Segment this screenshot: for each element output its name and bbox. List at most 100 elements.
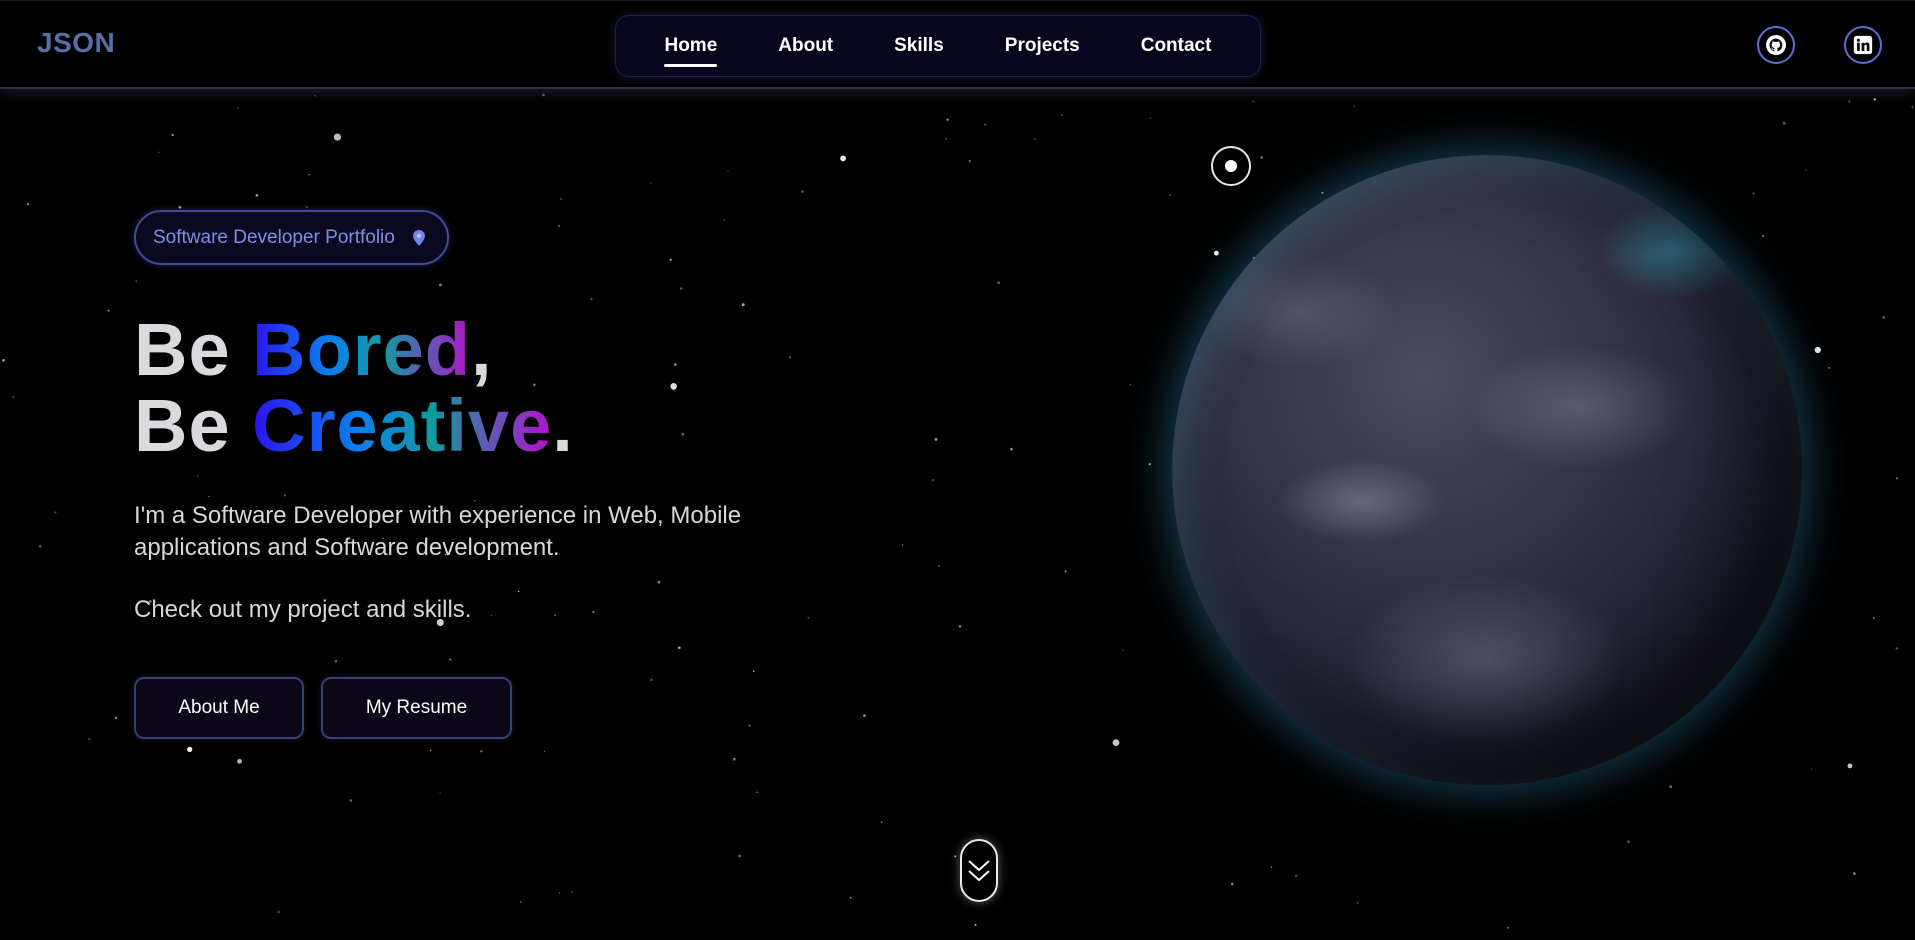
star xyxy=(1847,763,1853,769)
star xyxy=(178,206,182,209)
nav-item-skills[interactable]: Skills xyxy=(894,35,944,57)
headline-line2-prefix: Be xyxy=(134,384,253,467)
star xyxy=(88,738,90,740)
star xyxy=(1148,463,1151,466)
star xyxy=(305,206,308,209)
star xyxy=(38,544,42,548)
star xyxy=(1260,156,1263,159)
nav-item-about[interactable]: About xyxy=(778,35,833,57)
star xyxy=(542,93,545,97)
star xyxy=(2,359,5,362)
star xyxy=(974,923,977,926)
star xyxy=(650,182,652,184)
star xyxy=(349,799,352,802)
star xyxy=(480,750,483,753)
star xyxy=(840,155,846,162)
star xyxy=(592,610,595,614)
star xyxy=(669,258,672,261)
star xyxy=(954,855,957,858)
star xyxy=(678,646,681,650)
star xyxy=(1882,316,1885,319)
star xyxy=(135,280,138,283)
nav-item-projects[interactable]: Projects xyxy=(1005,35,1080,57)
star xyxy=(997,281,1000,285)
star xyxy=(1356,901,1359,904)
star xyxy=(558,892,561,894)
star xyxy=(849,896,852,899)
star xyxy=(1061,114,1063,117)
star xyxy=(1129,384,1132,386)
star xyxy=(1294,874,1298,877)
star xyxy=(308,173,311,176)
site-header: JSON Home About Skills Projects Contact xyxy=(0,0,1915,89)
brand-logo[interactable]: JSON xyxy=(37,27,115,59)
star xyxy=(741,303,745,307)
star xyxy=(756,791,759,794)
star xyxy=(681,432,685,436)
star xyxy=(1782,121,1786,125)
star xyxy=(490,614,493,617)
star xyxy=(1872,617,1875,619)
hero-description-secondary: Check out my project and skills. xyxy=(134,596,472,623)
star xyxy=(1321,191,1324,194)
star xyxy=(255,194,259,197)
star xyxy=(571,891,573,893)
star xyxy=(544,750,546,752)
github-link[interactable] xyxy=(1757,26,1795,64)
star xyxy=(1805,169,1807,171)
my-resume-button[interactable]: My Resume xyxy=(321,677,512,739)
star xyxy=(1122,649,1124,651)
star xyxy=(237,107,239,109)
headline-line1-prefix: Be xyxy=(134,308,253,391)
star xyxy=(984,123,986,126)
github-icon xyxy=(1766,35,1786,55)
headline-line1-suffix: , xyxy=(470,308,493,391)
star xyxy=(1895,647,1899,650)
star xyxy=(114,716,118,720)
star xyxy=(590,297,593,300)
star xyxy=(1853,872,1856,875)
star xyxy=(738,854,742,858)
star xyxy=(283,494,287,497)
hero-headline: Be Bored, Be Creative. xyxy=(134,312,574,464)
scroll-down-button[interactable] xyxy=(960,839,998,902)
star xyxy=(1169,194,1172,197)
portfolio-badge: Software Developer Portfolio xyxy=(134,210,449,265)
star xyxy=(554,614,556,617)
star xyxy=(187,746,193,753)
star xyxy=(934,438,938,441)
star xyxy=(334,659,338,663)
earth-globe[interactable] xyxy=(1172,155,1802,785)
star xyxy=(107,309,110,312)
star xyxy=(789,356,791,359)
headline-line2-suffix: . xyxy=(552,384,574,467)
star xyxy=(723,219,726,221)
star xyxy=(1895,477,1898,480)
star xyxy=(314,95,316,97)
star xyxy=(1814,346,1821,354)
star xyxy=(1828,366,1831,369)
nav-item-contact[interactable]: Contact xyxy=(1141,35,1212,57)
star xyxy=(519,901,522,903)
star xyxy=(1010,447,1013,451)
badge-label: Software Developer Portfolio xyxy=(153,226,395,248)
headline-bored: Bored xyxy=(252,308,471,391)
star xyxy=(657,580,661,584)
about-me-button[interactable]: About Me xyxy=(134,677,304,739)
nav-item-home[interactable]: Home xyxy=(664,35,717,67)
star xyxy=(558,225,560,227)
star xyxy=(237,758,243,764)
star xyxy=(807,616,810,619)
star xyxy=(1669,785,1672,788)
star xyxy=(277,910,281,914)
star xyxy=(439,283,442,287)
star xyxy=(1112,739,1120,746)
star xyxy=(650,678,653,682)
hero-description: I'm a Software Developer with experience… xyxy=(134,502,742,561)
star xyxy=(333,133,341,141)
star xyxy=(1810,768,1813,770)
linkedin-link[interactable] xyxy=(1844,26,1882,64)
radio-dot-icon[interactable] xyxy=(1211,146,1251,186)
star xyxy=(748,724,751,727)
star xyxy=(449,658,452,661)
